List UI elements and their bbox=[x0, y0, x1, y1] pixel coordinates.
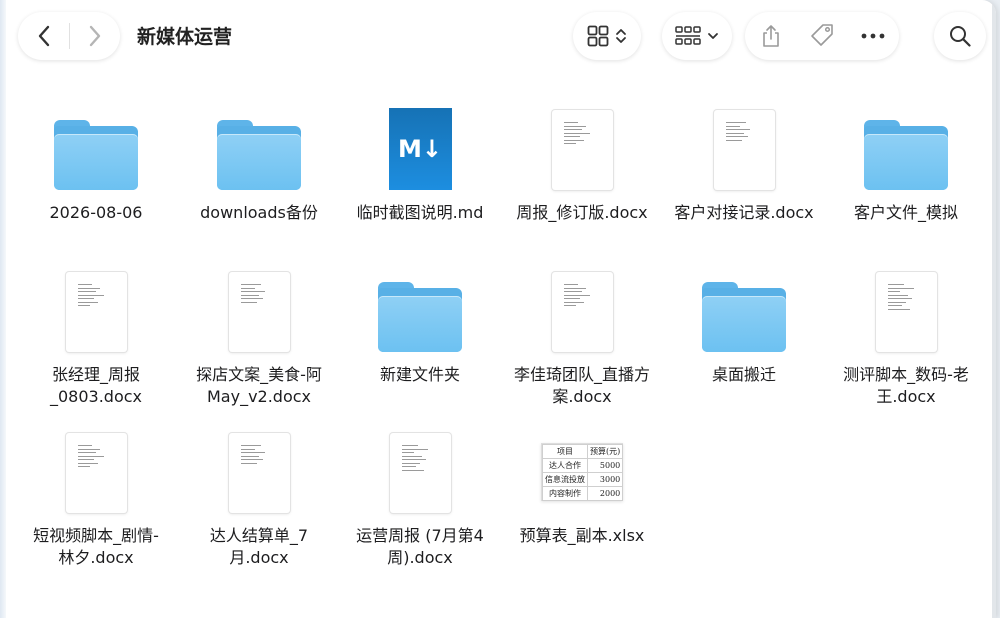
item-thumbnail: M↓ bbox=[340, 108, 500, 190]
document-file-icon bbox=[875, 272, 937, 352]
item-thumbnail bbox=[502, 270, 662, 352]
item-label: 李佳琦团队_直播方 案.docx bbox=[513, 365, 650, 406]
spreadsheet-preview-icon: 项目 预算(元) 达人合作 5000 信息流投放 3000 内容制作 2000 bbox=[541, 443, 624, 501]
file-grid: 2026-08-06 downloads备份 M↓ 临时截图说明.md 周报_修订版.d… bbox=[0, 0, 996, 618]
folder-icon bbox=[378, 282, 462, 352]
item-label: 探店文案_美食-阿 May_v2.docx bbox=[196, 365, 322, 406]
item-label: 达人结算单_7 月.docx bbox=[209, 526, 309, 567]
item-thumbnail: 项目 预算(元) 达人合作 5000 信息流投放 3000 内容制作 2000 bbox=[502, 431, 662, 513]
item-label: 新建文件夹 bbox=[379, 365, 460, 384]
item-thumbnail bbox=[664, 108, 824, 190]
folder-icon bbox=[702, 282, 786, 352]
item-thumbnail bbox=[16, 108, 176, 190]
folder-icon bbox=[217, 120, 301, 190]
item-label: 2026-08-06 bbox=[49, 203, 143, 222]
item-thumbnail bbox=[179, 108, 339, 190]
item-label: 客户文件_模拟 bbox=[853, 203, 958, 222]
item-thumbnail bbox=[502, 108, 662, 190]
item-label: 周报_修订版.docx bbox=[516, 203, 648, 222]
folder-icon bbox=[54, 120, 138, 190]
sheet-cell: 2000 bbox=[586, 486, 624, 501]
item-thumbnail bbox=[16, 270, 176, 352]
sheet-cell: 3000 bbox=[586, 472, 624, 487]
item-label: 桌面搬迁 bbox=[711, 365, 776, 384]
item-label: 临时截图说明.md bbox=[356, 203, 484, 222]
item-label: downloads备份 bbox=[200, 203, 318, 222]
item-thumbnail bbox=[179, 431, 339, 513]
sheet-cell: 5000 bbox=[586, 458, 624, 473]
item-thumbnail bbox=[16, 431, 176, 513]
item-thumbnail bbox=[179, 270, 339, 352]
document-file-icon bbox=[551, 110, 613, 190]
item-thumbnail bbox=[664, 270, 824, 352]
item-thumbnail bbox=[826, 108, 986, 190]
document-file-icon bbox=[389, 433, 451, 513]
item-label: 张经理_周报 _0803.docx bbox=[49, 365, 142, 406]
markdown-file-icon: M↓ bbox=[388, 108, 452, 190]
sheet-cell: 预算(元) bbox=[586, 444, 624, 459]
document-file-icon bbox=[228, 272, 290, 352]
item-label: 预算表_副本.xlsx bbox=[519, 526, 645, 545]
sheet-cell: 项目 bbox=[542, 444, 588, 459]
document-file-icon bbox=[228, 433, 290, 513]
item-label: 测评脚本_数码-老 王.docx bbox=[843, 365, 969, 406]
document-file-icon bbox=[65, 272, 127, 352]
finder-window: 新媒体运营 2026-08-06 downloads备份 M↓ 临时截图说明.m… bbox=[0, 0, 996, 618]
item-thumbnail bbox=[340, 270, 500, 352]
document-file-icon bbox=[65, 433, 127, 513]
window-edge bbox=[992, 0, 996, 618]
document-file-icon bbox=[713, 110, 775, 190]
item-label: 运营周报 (7月第4 周).docx bbox=[356, 526, 484, 567]
sheet-cell: 信息流投放 bbox=[542, 472, 588, 487]
item-label: 短视频脚本_剧情- 林夕.docx bbox=[33, 526, 159, 567]
sheet-cell: 内容制作 bbox=[542, 486, 588, 501]
item-label: 客户对接记录.docx bbox=[674, 203, 814, 222]
folder-icon bbox=[864, 120, 948, 190]
sheet-cell: 达人合作 bbox=[542, 458, 588, 473]
item-thumbnail bbox=[826, 270, 986, 352]
item-thumbnail bbox=[340, 431, 500, 513]
document-file-icon bbox=[551, 272, 613, 352]
